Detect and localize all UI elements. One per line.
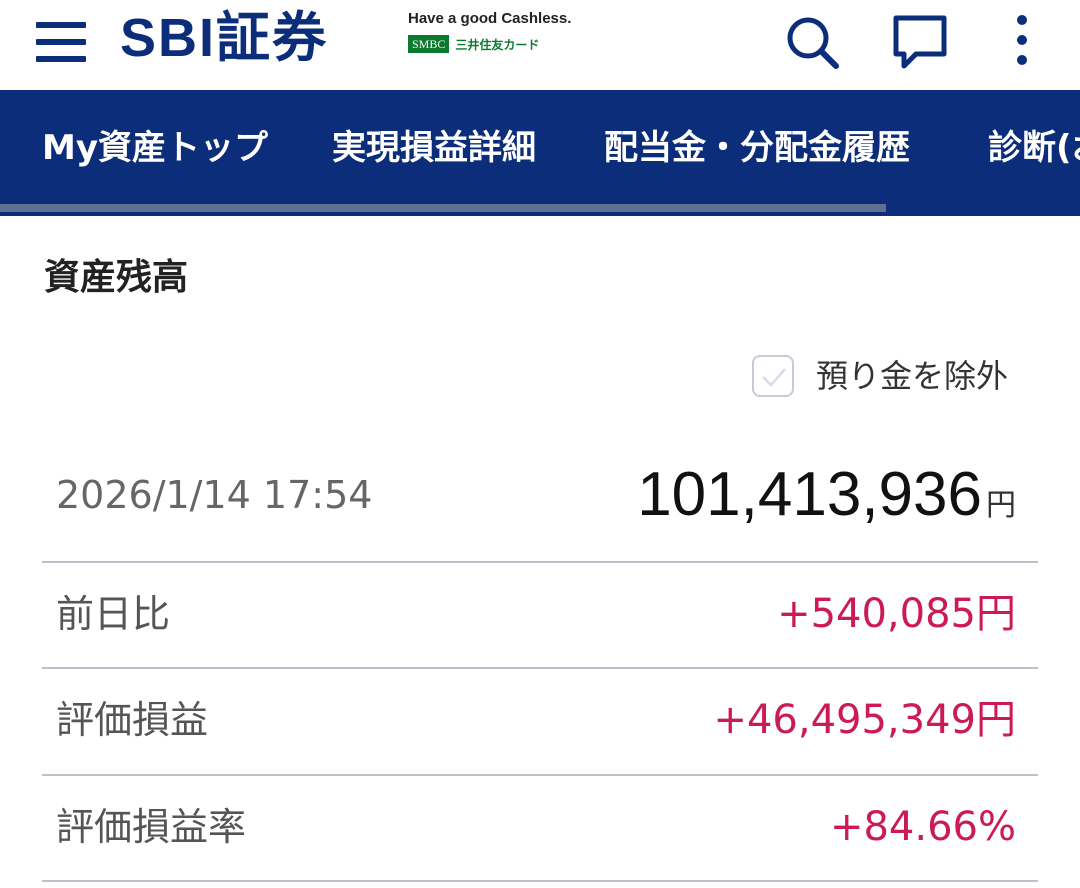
smbc-badge: SMBC [408, 35, 450, 53]
brand-logo[interactable]: SBI証券 [120, 6, 328, 70]
tab-scroll-indicator [0, 204, 886, 212]
tab-bar: My資産トップ 実現損益詳細 配当金・分配金履歴 診断(お [0, 90, 1080, 216]
card-name: 三井住友カード [455, 37, 540, 52]
exclude-deposit-toggle[interactable]: 預り金を除外 [752, 354, 1008, 398]
tab-diagnosis[interactable]: 診断(お [988, 126, 1080, 170]
list-item: 評価損益 +46,495,349円 [42, 667, 1038, 773]
divider [42, 880, 1038, 882]
total-balance-value: 101,413,936 [637, 460, 982, 529]
total-balance: 101,413,936 円 [637, 458, 1016, 532]
chat-icon[interactable] [888, 10, 952, 74]
check-icon [762, 368, 786, 387]
promo-tagline: Have a good Cashless. [408, 10, 572, 27]
day-change-label: 前日比 [56, 592, 171, 636]
exclude-deposit-label: 預り金を除外 [816, 357, 1009, 395]
tab-realized-pl-detail[interactable]: 実現損益詳細 [332, 126, 536, 170]
total-balance-unit: 円 [986, 488, 1016, 523]
list-item: 評価損益率 +84.66% [42, 774, 1038, 880]
unrealized-pl-rate-value: +84.66% [829, 804, 1016, 850]
unrealized-pl-rate-label: 評価損益率 [56, 805, 247, 849]
promo-banner[interactable]: Have a good Cashless. SMBC 三井住友カード [408, 10, 571, 53]
section-title: 資産残高 [44, 257, 189, 298]
unrealized-pl-label: 評価損益 [56, 698, 209, 742]
unrealized-pl-value: +46,495,349円 [713, 697, 1016, 743]
app-header: SBI証券 Have a good Cashless. SMBC 三井住友カード [0, 0, 1080, 90]
search-icon[interactable] [780, 10, 844, 74]
tab-dividend-history[interactable]: 配当金・分配金履歴 [604, 126, 910, 170]
balance-datetime: 2026/1/14 17:54 [56, 473, 373, 517]
tab-my-assets-top[interactable]: My資産トップ [42, 126, 268, 170]
list-item: 前日比 +540,085円 [42, 561, 1038, 667]
menu-icon[interactable] [36, 18, 86, 66]
more-vertical-icon[interactable] [990, 10, 1054, 74]
exclude-deposit-checkbox[interactable] [752, 355, 794, 397]
day-change-value: +540,085円 [777, 591, 1016, 637]
